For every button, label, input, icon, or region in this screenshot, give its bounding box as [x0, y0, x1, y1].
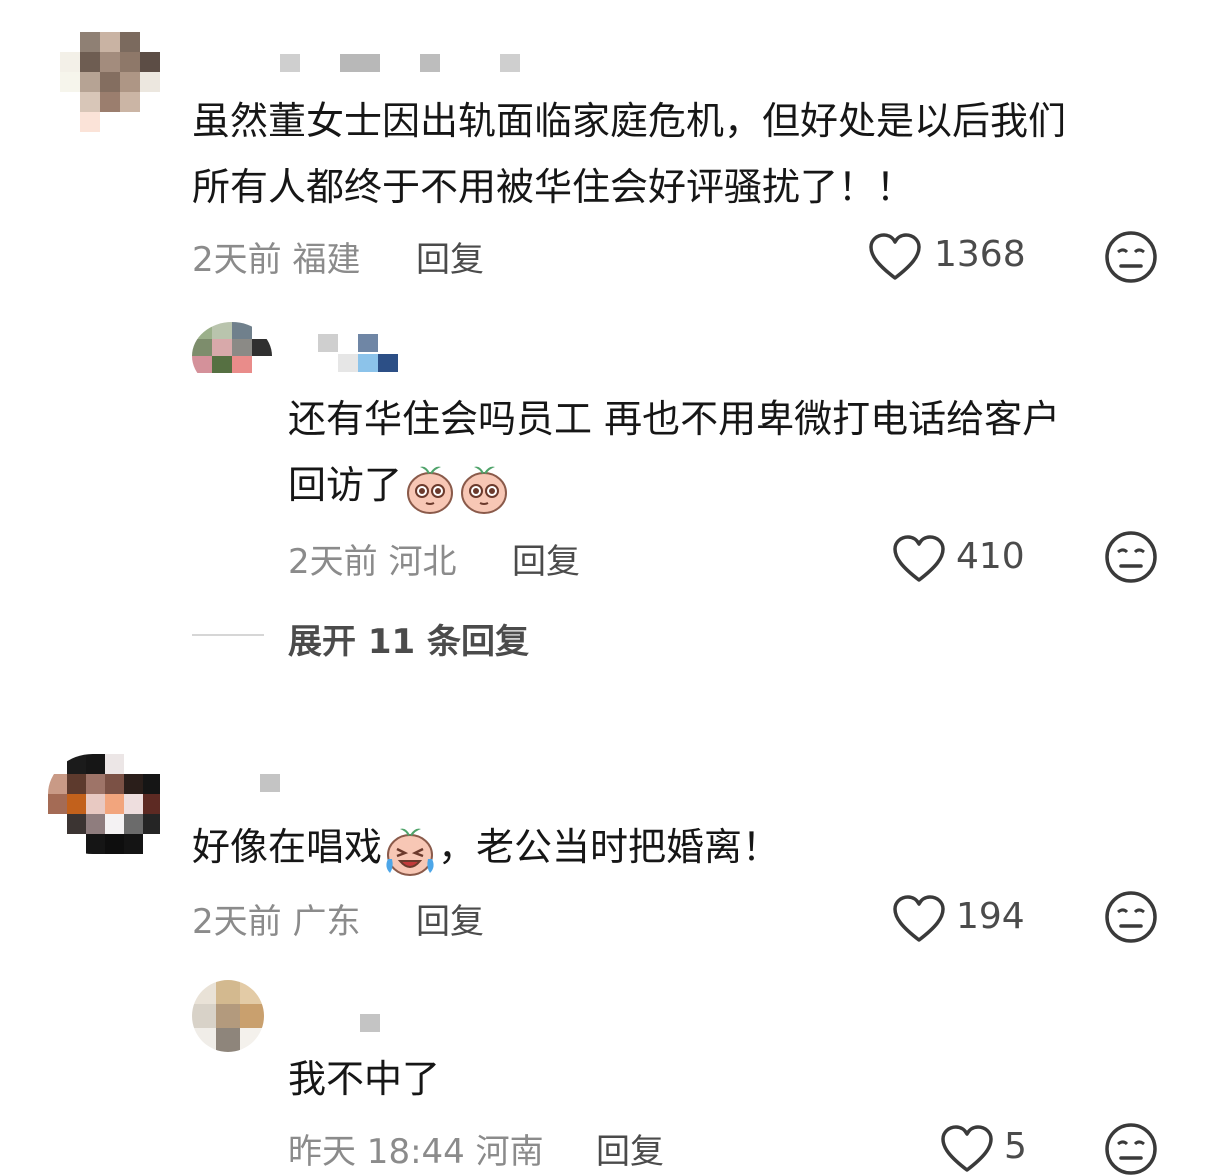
heart-outline-icon[interactable]: [892, 534, 946, 584]
avatar[interactable]: [192, 322, 272, 390]
reply-button[interactable]: 回复: [596, 1124, 664, 1173]
avatar[interactable]: [48, 754, 160, 854]
comment-time: 2天前 广东: [192, 902, 361, 942]
meh-face-icon[interactable]: [1104, 1122, 1158, 1176]
comment-text-line: 我不中了: [288, 1057, 441, 1101]
teary-eyes-emoji: [407, 466, 454, 514]
like-count: 410: [956, 536, 1025, 577]
comment-text-line: 好像在唱戏 ，老公当时把婚离！: [192, 814, 780, 880]
reply-button[interactable]: 回复: [416, 232, 484, 281]
comment-time: 2天前 河北: [288, 542, 457, 582]
heart-outline-icon[interactable]: [868, 232, 922, 282]
heart-outline-icon[interactable]: [892, 894, 946, 944]
expand-replies-button[interactable]: 展开 11 条回复: [288, 614, 529, 663]
reply-button[interactable]: 回复: [512, 534, 580, 583]
username-blurred[interactable]: [260, 774, 290, 794]
avatar[interactable]: [192, 980, 264, 1052]
meh-face-icon[interactable]: [1104, 530, 1158, 584]
username-blurred[interactable]: [280, 54, 530, 74]
meh-face-icon[interactable]: [1104, 890, 1158, 944]
like-count: 5: [1004, 1126, 1027, 1167]
comment-text-line: 所有人都终于不用被华住会好评骚扰了！！: [192, 165, 915, 209]
username-blurred[interactable]: [318, 334, 408, 374]
comment-time: 2天前 福建: [192, 240, 361, 280]
crying-laugh-emoji: [386, 828, 434, 876]
like-count: 1368: [934, 234, 1026, 275]
divider: [192, 634, 264, 636]
username-blurred[interactable]: [360, 1014, 390, 1034]
comment-text-line: 还有华住会吗员工 再也不用卑微打电话给客户: [288, 397, 1061, 441]
comment-text-line: 虽然董女士因出轨面临家庭危机，但好处是以后我们: [192, 99, 1067, 143]
comment-time: 昨天 18:44 河南: [288, 1132, 544, 1172]
comment-text-line: 回访了: [288, 452, 510, 518]
reply-button[interactable]: 回复: [416, 894, 484, 943]
avatar[interactable]: [60, 32, 160, 132]
like-count: 194: [956, 896, 1025, 937]
heart-outline-icon[interactable]: [940, 1124, 994, 1174]
teary-eyes-emoji: [461, 466, 508, 514]
meh-face-icon[interactable]: [1104, 230, 1158, 284]
